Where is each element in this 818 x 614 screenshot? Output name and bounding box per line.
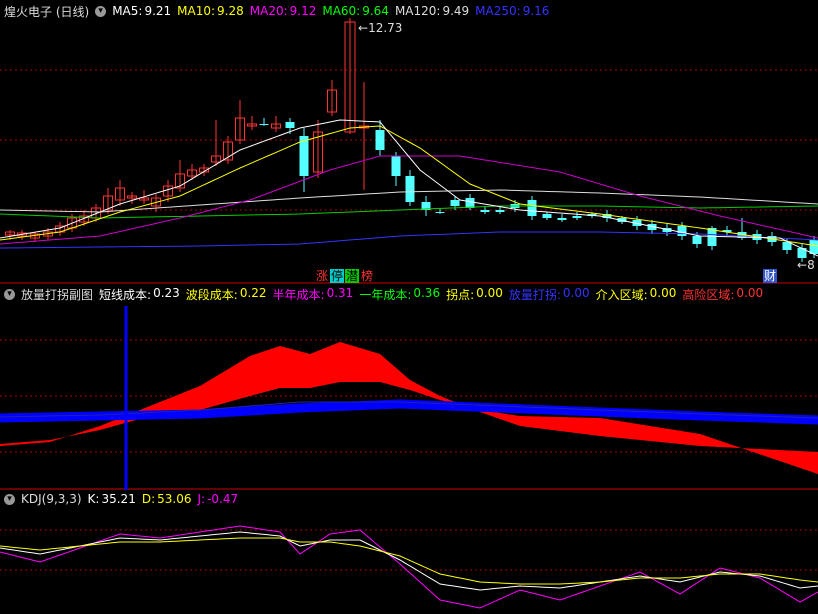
kdj-legend-value: 53.06 — [157, 492, 192, 506]
indicator-legend-item: 一年成本: 0.36 — [359, 286, 440, 303]
tag-qian[interactable]: 潜 — [345, 269, 360, 283]
candle-body — [375, 130, 385, 150]
ma-legend-value: 9.49 — [442, 4, 470, 18]
kdj-k-line — [0, 531, 818, 591]
main-chart-pane[interactable]: 煌火电子 (日线) ▾ MA5: 9.21 MA10: 9.28 MA20: 9.12 MA… — [0, 0, 818, 284]
indicator-legend-value: 0.22 — [239, 285, 267, 300]
indicator-legend-value: 0.00 — [562, 285, 590, 300]
stock-title: 煌火电子 (日线) — [4, 4, 90, 19]
ma-legend-label: MA60: — [322, 4, 361, 18]
kdj-canvas[interactable] — [0, 490, 818, 614]
ma-legend-item: MA60: 9.64 — [322, 4, 389, 18]
indicator-legend-label: 放量打拐: — [508, 287, 561, 302]
candle-body — [495, 210, 505, 212]
kdj-d-line — [0, 537, 818, 585]
ma-legend-value: 9.12 — [289, 4, 317, 18]
kdj-legend-item: J: -0.47 — [197, 492, 238, 506]
ma-legend-item: MA120: 9.49 — [395, 4, 469, 18]
ma-legend-value: 9.21 — [144, 4, 172, 18]
volume-turn-line — [0, 399, 818, 425]
tag-ting[interactable]: 停 — [330, 269, 345, 283]
tag-financial[interactable]: 财 — [763, 269, 778, 283]
high-price-value: 12.73 — [368, 21, 403, 35]
indicator-legend-label: 半年成本: — [272, 287, 325, 302]
indicator-legend-item: 波段成本: 0.22 — [186, 286, 267, 303]
candle-body — [259, 124, 269, 125]
indicator-legend-item: 放量打拐: 0.00 — [509, 286, 590, 303]
indicator-legend-item: 拐点: 0.00 — [446, 286, 503, 303]
indicator-legend: ▾ 放量打拐副图 短线成本: 0.23 波段成本: 0.22 半年成本: 0.31 一年成本… — [4, 286, 763, 302]
ma-legend-item: MA20: 9.12 — [250, 4, 317, 18]
indicator-legend-value: 0.31 — [326, 285, 354, 300]
indicator-legend-item: 介入区域: 0.00 — [596, 286, 677, 303]
indicator-legend-label: 波段成本: — [185, 287, 238, 302]
ma-legend-value: 9.64 — [362, 4, 389, 18]
candle-body — [677, 226, 687, 236]
ma-legend-label: MA5: — [112, 4, 143, 18]
indicator-legend-item: 短线成本: 0.23 — [99, 286, 180, 303]
low-price-label: ←8 — [797, 258, 815, 272]
kdj-legend-label: D: — [141, 492, 156, 506]
indicator-legend-value: 0.00 — [649, 285, 677, 300]
indicator-legend-value: 0.00 — [736, 285, 764, 300]
tag-zhang[interactable]: 涨 — [315, 269, 329, 283]
kdj-legend-item: D: 53.06 — [142, 492, 192, 506]
kdj-legend-label: K: — [87, 492, 100, 506]
candle-body — [391, 156, 401, 176]
chevron-down-icon[interactable]: ▾ — [4, 288, 15, 300]
candle-body — [285, 122, 295, 128]
ma-legend-label: MA10: — [177, 4, 216, 18]
chevron-down-icon[interactable]: ▾ — [4, 493, 15, 505]
indicator-legend-label: 介入区域: — [595, 287, 648, 302]
main-legend: 煌火电子 (日线) ▾ MA5: 9.21 MA10: 9.28 MA20: 9.12 MA… — [4, 3, 549, 19]
indicator-canvas[interactable] — [0, 284, 818, 490]
indicator-legend-label: 一年成本: — [359, 287, 412, 302]
candle-body — [557, 218, 567, 220]
indicator-legend-value: 0.23 — [153, 285, 180, 300]
candle-body — [542, 214, 552, 218]
kdj-legend-items: K: 35.21 D: 53.06 J: -0.47 — [88, 492, 239, 506]
indicator-legend-value: 0.00 — [476, 285, 503, 300]
ma60-line — [0, 205, 818, 219]
kdj-title: KDJ(9,3,3) — [21, 492, 82, 506]
chevron-down-icon[interactable]: ▾ — [95, 5, 107, 17]
candlestick-canvas[interactable] — [0, 0, 818, 284]
ma-legend-value: 9.28 — [217, 4, 244, 18]
indicator-legend-label: 短线成本: — [99, 287, 152, 302]
kdj-pane[interactable]: ▾ KDJ(9,3,3) K: 35.21 D: 53.06 J: -0.47 — [0, 490, 818, 614]
indicator-legend-item: 高险区域: 0.00 — [682, 286, 763, 303]
high-price-label: ←12.73 — [358, 21, 403, 35]
candle-body — [450, 200, 460, 206]
kdj-legend-item: K: 35.21 — [88, 492, 136, 506]
indicator-legend-item: 半年成本: 0.31 — [273, 286, 354, 303]
candle-body — [692, 236, 702, 244]
ma-legend-value: 9.16 — [522, 4, 550, 18]
low-price-value: 8 — [807, 258, 815, 272]
candle-body — [527, 200, 537, 216]
ma-legend-item: MA5: 9.21 — [112, 4, 171, 18]
ma-legend-label: MA20: — [249, 4, 288, 18]
indicator-legend-value: 0.36 — [413, 285, 441, 300]
candle-body — [405, 176, 415, 202]
kdj-legend-value: -0.47 — [207, 492, 239, 506]
indicator-legend-label: 高险区域: — [682, 287, 735, 302]
tag-bang[interactable]: 榜 — [360, 269, 374, 283]
kdj-legend: ▾ KDJ(9,3,3) K: 35.21 D: 53.06 J: -0.47 — [4, 491, 238, 507]
indicator-legend-items: 短线成本: 0.23 波段成本: 0.22 半年成本: 0.31 一年成本: 0.36 拐点: 0… — [99, 286, 763, 303]
candle-body — [809, 240, 818, 254]
indicator-pane[interactable]: ▾ 放量打拐副图 短线成本: 0.23 波段成本: 0.22 半年成本: 0.31 一年成本… — [0, 284, 818, 490]
candle-body — [465, 198, 475, 208]
candle-body — [572, 216, 582, 218]
ma-legend-items: MA5: 9.21 MA10: 9.28 MA20: 9.12 MA60: 9.64 MA120… — [112, 4, 549, 18]
kdj-legend-value: 35.21 — [101, 492, 136, 506]
ma-legend-item: MA10: 9.28 — [177, 4, 244, 18]
ma-legend-label: MA250: — [475, 4, 521, 18]
indicator-legend-label: 拐点: — [446, 287, 475, 302]
candle-body — [480, 210, 490, 212]
ma-legend-item: MA250: 9.16 — [475, 4, 549, 18]
ma-legend-label: MA120: — [394, 4, 441, 18]
candle-body — [435, 212, 445, 213]
kdj-legend-label: J: — [197, 492, 206, 506]
indicator-title: 放量打拐副图 — [21, 287, 94, 302]
